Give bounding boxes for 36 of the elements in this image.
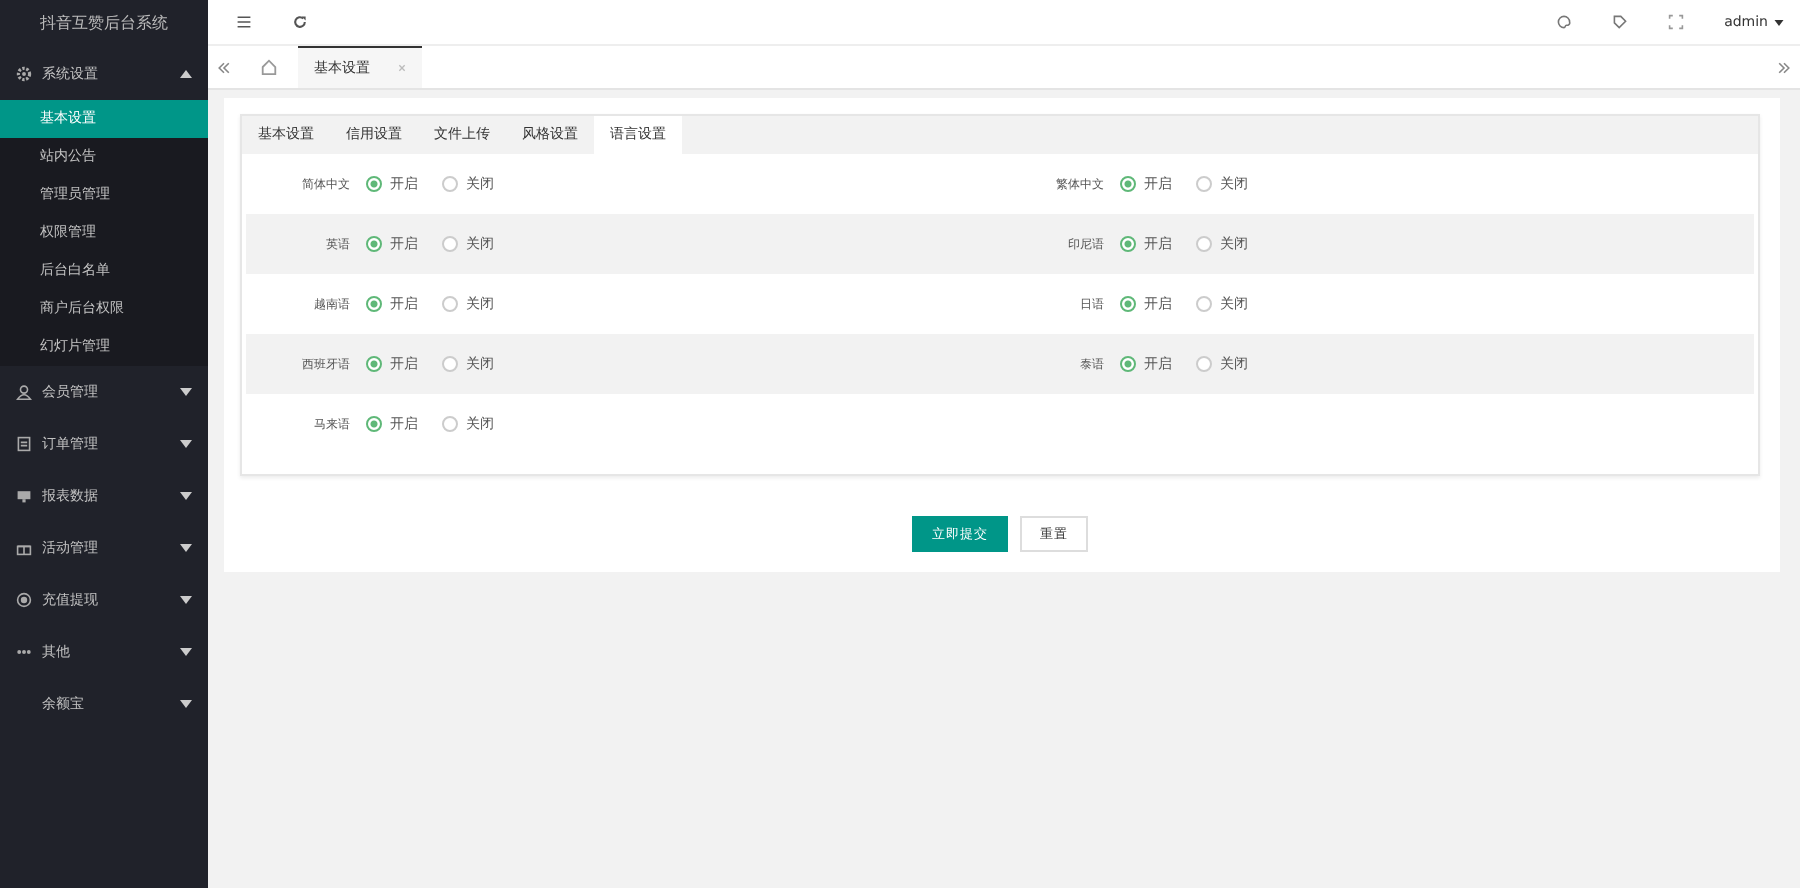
radio-icon[interactable] (366, 416, 382, 432)
scroll-left-icon[interactable] (216, 59, 232, 75)
close-icon[interactable] (398, 64, 406, 72)
gear-icon (16, 66, 32, 82)
radio-icon[interactable] (366, 356, 382, 372)
user-icon (16, 384, 32, 400)
palette-icon[interactable] (1556, 14, 1573, 30)
radio-icon[interactable] (366, 296, 382, 312)
radio-icon[interactable] (442, 416, 458, 432)
menu-icon[interactable] (236, 14, 252, 30)
more-icon (16, 644, 32, 660)
coin-icon (16, 592, 32, 608)
radio-icon[interactable] (1120, 296, 1136, 312)
radio-icon[interactable] (1196, 236, 1212, 252)
radio-icon[interactable] (1120, 356, 1136, 372)
monitor-icon (16, 488, 32, 504)
radio-icon[interactable] (442, 296, 458, 312)
radio-icon[interactable] (366, 176, 382, 192)
radio-icon[interactable] (366, 236, 382, 252)
radio-icon[interactable] (1196, 176, 1212, 192)
caret-down-icon (1774, 19, 1784, 25)
radio-icon[interactable] (1196, 356, 1212, 372)
radio-icon[interactable] (1120, 176, 1136, 192)
scroll-right-icon[interactable] (1776, 59, 1792, 75)
radio-icon[interactable] (442, 236, 458, 252)
fullscreen-icon[interactable] (1668, 14, 1685, 30)
radio-icon[interactable] (442, 356, 458, 372)
radio-icon[interactable] (1196, 296, 1212, 312)
app-title: 抖音互赞后台系统 (38, 12, 170, 36)
gift-icon (16, 540, 32, 556)
radio-icon[interactable] (442, 176, 458, 192)
list-icon (16, 436, 32, 452)
home-icon[interactable] (260, 58, 278, 76)
refresh-icon[interactable] (292, 14, 308, 30)
radio-icon[interactable] (1120, 236, 1136, 252)
tag-icon[interactable] (1612, 14, 1629, 30)
